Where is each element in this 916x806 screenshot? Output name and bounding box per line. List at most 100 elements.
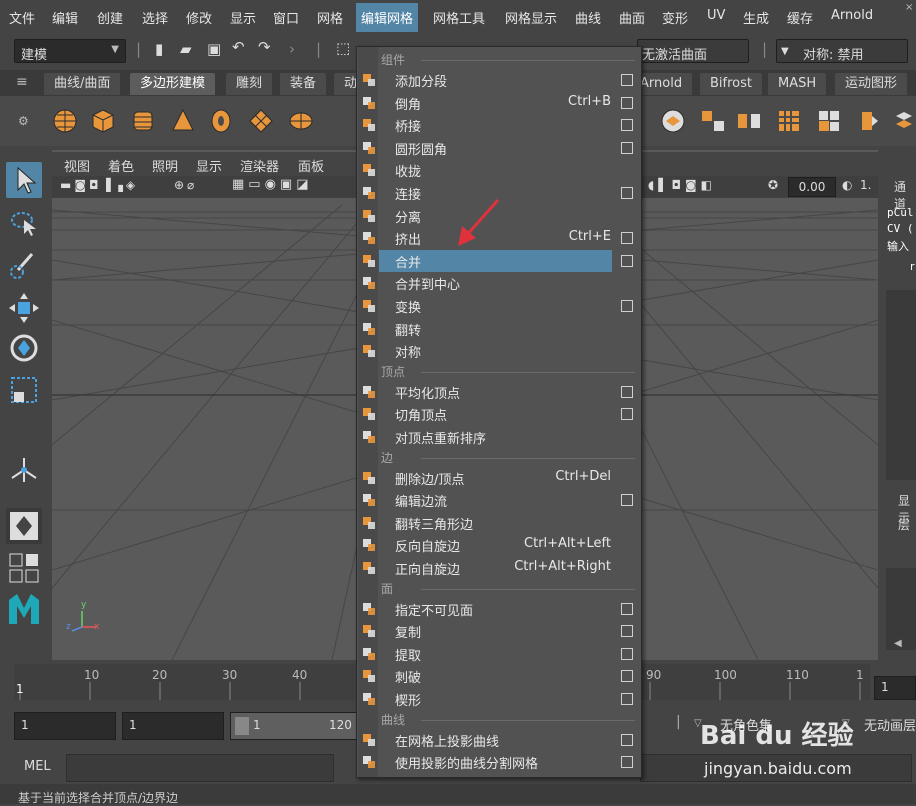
menu-item-spin-edge-forward[interactable]: 正向自旋边 Ctrl+Alt+Right bbox=[357, 557, 641, 579]
four-view-layout-icon[interactable] bbox=[6, 550, 42, 586]
menu-uv[interactable]: UV bbox=[707, 8, 725, 23]
redo-icon[interactable]: ↷ bbox=[258, 38, 271, 56]
isolate-tools-icon[interactable]: ◖▌◘◙◧ bbox=[648, 178, 716, 192]
select-by-hierarchy-icon[interactable]: ⬚ bbox=[336, 39, 350, 57]
grid-toggle-icon[interactable]: ▦▭◉▣◪ bbox=[232, 177, 312, 192]
viewport-menu-panels[interactable]: 面板 bbox=[298, 156, 324, 175]
option-box-icon[interactable] bbox=[621, 187, 633, 199]
live-surface-field[interactable]: 无激活曲面 bbox=[637, 39, 749, 63]
menu-edit-mesh[interactable]: 编辑网格 bbox=[356, 3, 419, 32]
option-box-icon[interactable] bbox=[621, 625, 633, 638]
tab-curves-surfaces[interactable]: 曲线/曲面 bbox=[44, 73, 121, 95]
viewport-menu-show[interactable]: 显示 bbox=[196, 156, 222, 175]
scroll-left-icon[interactable]: ◀ bbox=[894, 638, 902, 649]
combine-icon[interactable] bbox=[660, 108, 686, 134]
menu-create[interactable]: 创建 bbox=[97, 8, 123, 27]
option-box-icon[interactable] bbox=[621, 670, 633, 683]
poly-cube-icon[interactable] bbox=[90, 108, 116, 134]
menu-item-collapse[interactable]: 收拢 bbox=[357, 159, 641, 181]
tab-sculpting[interactable]: 雕刻 bbox=[226, 73, 273, 95]
paint-select-tool-icon[interactable] bbox=[6, 248, 42, 284]
range-slider[interactable]: 1 120 bbox=[230, 712, 358, 740]
scale-tool-icon[interactable] bbox=[6, 372, 42, 408]
playback-start-field[interactable]: 1 bbox=[122, 712, 224, 740]
menu-item-extract[interactable]: 提取 bbox=[357, 643, 641, 665]
menu-item-bevel[interactable]: 倒角 Ctrl+B bbox=[357, 92, 641, 114]
option-box-icon[interactable] bbox=[621, 141, 633, 154]
menu-display[interactable]: 显示 bbox=[230, 8, 256, 27]
reduce-icon[interactable] bbox=[816, 108, 842, 134]
menu-item-average-vertices[interactable]: 平均化顶点 bbox=[357, 381, 641, 403]
option-box-icon[interactable] bbox=[621, 254, 633, 267]
menu-item-split-mesh[interactable]: 使用投影的曲线分割网格 bbox=[357, 751, 641, 773]
menu-edit[interactable]: 编辑 bbox=[52, 8, 78, 27]
exposure-field[interactable]: 0.00 bbox=[788, 177, 836, 197]
option-box-icon[interactable] bbox=[621, 385, 633, 398]
menu-generate[interactable]: 生成 bbox=[743, 8, 769, 27]
boolean-icon[interactable] bbox=[856, 108, 882, 134]
option-box-icon[interactable] bbox=[621, 300, 633, 312]
option-box-icon[interactable] bbox=[621, 693, 633, 705]
mel-label[interactable]: MEL bbox=[24, 759, 51, 774]
viewport-menu-shading[interactable]: 着色 bbox=[108, 156, 134, 175]
viewport-menu-view[interactable]: 视图 bbox=[64, 156, 90, 175]
poly-cylinder-icon[interactable] bbox=[130, 108, 156, 134]
menu-item-poke[interactable]: 刺破 bbox=[357, 665, 641, 687]
option-box-icon[interactable] bbox=[621, 733, 633, 746]
option-box-icon[interactable] bbox=[621, 96, 633, 109]
menu-curves[interactable]: 曲线 bbox=[575, 8, 601, 27]
menu-item-wedge[interactable]: 楔形 bbox=[357, 688, 641, 710]
separate-icon[interactable] bbox=[700, 108, 726, 134]
save-scene-icon[interactable]: ▣ bbox=[207, 40, 221, 58]
rotate-tool-icon[interactable] bbox=[6, 330, 42, 366]
smooth-icon[interactable] bbox=[776, 108, 802, 134]
menu-cache[interactable]: 缓存 bbox=[787, 8, 813, 27]
display-tools-icon[interactable]: ⊕⌀ bbox=[174, 178, 197, 192]
menu-item-add-divisions[interactable]: 添加分段 bbox=[357, 69, 641, 91]
menu-item-assign-invisible-faces[interactable]: 指定不可见面 bbox=[357, 598, 641, 620]
lasso-tool-icon[interactable] bbox=[6, 206, 42, 242]
tab-rigging[interactable]: 装备 bbox=[280, 73, 327, 95]
menubar-expand-icon[interactable]: × bbox=[905, 2, 913, 13]
menu-item-circularize[interactable]: 圆形圆角 bbox=[357, 137, 641, 159]
new-scene-icon[interactable]: ▮ bbox=[155, 40, 163, 58]
menu-file[interactable]: 文件 bbox=[9, 8, 35, 27]
viewport-menu-renderer[interactable]: 渲染器 bbox=[240, 156, 279, 175]
menu-item-delete-edge[interactable]: 删除边/顶点 Ctrl+Del bbox=[357, 467, 641, 489]
menu-mesh-display[interactable]: 网格显示 bbox=[505, 8, 557, 27]
menu-item-reorder-vertices[interactable]: 对顶点重新排序 bbox=[357, 426, 641, 448]
menu-item-bridge[interactable]: 桥接 bbox=[357, 114, 641, 136]
open-scene-icon[interactable]: ▰ bbox=[180, 40, 192, 58]
menu-item-chamfer-vertices[interactable]: 切角顶点 bbox=[357, 403, 641, 425]
menu-deform[interactable]: 变形 bbox=[662, 8, 688, 27]
viewport-menu-lighting[interactable]: 照明 bbox=[152, 156, 178, 175]
option-box-icon[interactable] bbox=[621, 119, 633, 132]
option-box-icon[interactable] bbox=[621, 494, 633, 507]
move-tool-icon[interactable] bbox=[6, 290, 42, 326]
range-slider-handle[interactable] bbox=[235, 717, 249, 735]
menu-mesh[interactable]: 网格 bbox=[317, 8, 343, 27]
menu-mesh-tools[interactable]: 网格工具 bbox=[433, 8, 485, 27]
tab-poly-modeling[interactable]: 多边形建模 bbox=[130, 73, 216, 95]
mirror-icon[interactable] bbox=[736, 108, 762, 134]
option-box-icon[interactable] bbox=[621, 647, 633, 660]
poly-plane-icon[interactable] bbox=[248, 108, 274, 134]
menu-item-flip[interactable]: 翻转 bbox=[357, 318, 641, 340]
menu-item-flip-triangle-edge[interactable]: 翻转三角形边 bbox=[357, 512, 641, 534]
gamma-field[interactable]: 1. bbox=[860, 178, 871, 192]
shelf-menu-icon[interactable]: ≡ bbox=[16, 74, 28, 90]
menu-window[interactable]: 窗口 bbox=[273, 8, 299, 27]
menu-item-symmetrize[interactable]: 对称 bbox=[357, 340, 641, 362]
current-frame-field[interactable]: 1 bbox=[874, 676, 916, 700]
menu-modify[interactable]: 修改 bbox=[186, 8, 212, 27]
menu-item-spin-edge-backward[interactable]: 反向自旋边 Ctrl+Alt+Left bbox=[357, 534, 641, 556]
start-time-field[interactable]: 1 bbox=[14, 712, 116, 740]
select-tool-icon[interactable] bbox=[6, 162, 42, 198]
layer-tab[interactable]: 层 bbox=[898, 516, 910, 533]
option-box-icon[interactable] bbox=[621, 232, 633, 245]
option-box-icon[interactable] bbox=[621, 408, 633, 421]
option-box-icon[interactable] bbox=[621, 602, 633, 615]
poly-torus-icon[interactable] bbox=[208, 108, 234, 134]
camera-tools-icon[interactable]: ▬◙◘▐▗◈ bbox=[60, 178, 138, 192]
tab-bifrost[interactable]: Bifrost bbox=[700, 73, 762, 95]
